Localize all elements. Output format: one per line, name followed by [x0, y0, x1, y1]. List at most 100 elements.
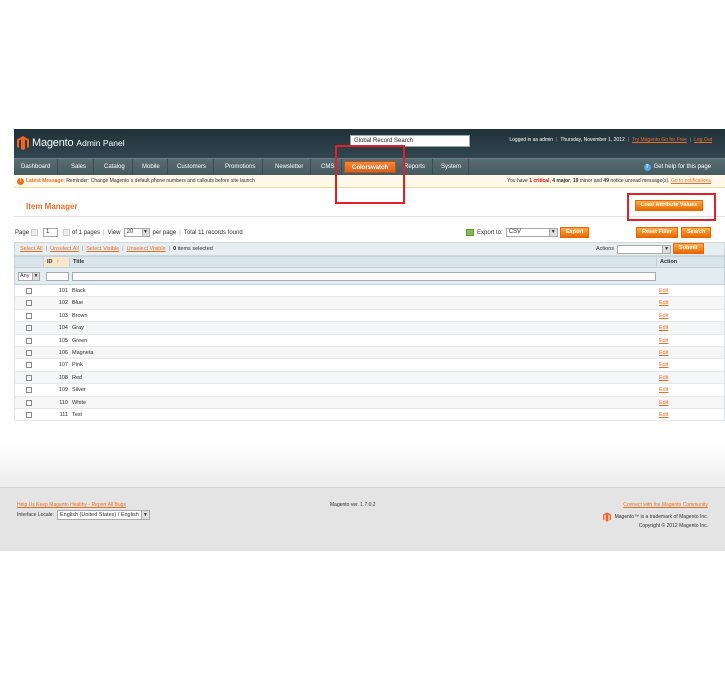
row-title: Gray [72, 325, 84, 332]
row-edit-link[interactable]: Edit [659, 335, 668, 347]
header-action-label: Action [660, 259, 678, 265]
view-per-page-select[interactable]: 20 ▼ [123, 228, 150, 237]
prev-page-arrow-icon[interactable] [31, 229, 39, 236]
row-title: Green [72, 337, 88, 344]
help-link[interactable]: ? Get help for this page [643, 162, 711, 172]
filter-id-input[interactable] [46, 272, 69, 281]
nav-dashboard[interactable]: Dashboard [14, 159, 59, 175]
row-edit-link[interactable]: Edit [659, 397, 668, 409]
table-row: 104 Gray Edit [14, 322, 725, 335]
interface-locale: Interface Locale: English (United States… [17, 510, 150, 520]
notification-summary: You have 1 critical, 4 major, 19 minor a… [507, 178, 711, 184]
report-bugs-link[interactable]: Help Us Keep Magento Healthy - Report Al… [17, 502, 126, 508]
select-visible-link[interactable]: Select Visible [86, 246, 119, 252]
notice-count: 49 [603, 178, 609, 184]
search-button[interactable]: Search [681, 227, 712, 238]
row-edit-link[interactable]: Edit [659, 285, 668, 297]
nav-newsletter[interactable]: Newsletter [268, 159, 312, 175]
row-id: 104 [58, 325, 68, 332]
row-edit-link[interactable]: Edit [659, 409, 668, 421]
notice-label: notice unread message(s). [610, 178, 670, 184]
unselect-visible-link[interactable]: Unselect Visible [127, 246, 166, 252]
minor-label: minor and [579, 178, 603, 184]
table-row: 105 Green Edit [14, 334, 725, 347]
row-edit-link[interactable]: Edit [659, 384, 668, 396]
row-id: 109 [58, 387, 68, 394]
next-page-arrow-icon[interactable] [63, 229, 71, 236]
export-controls: Export to: CSV ▼ [466, 227, 561, 238]
trademark-text: Magento™ is a trademark of Magento Inc. [614, 514, 708, 520]
table-row: 103 Brown Edit [14, 309, 725, 323]
row-checkbox[interactable] [26, 288, 32, 294]
row-checkbox[interactable] [26, 312, 32, 319]
row-edit-link[interactable]: Edit [659, 310, 668, 322]
export-button[interactable]: Export [560, 227, 590, 238]
nav-mobile[interactable]: Mobile [135, 159, 168, 175]
selected-label: items selected [177, 246, 213, 252]
chevron-down-icon: ▼ [140, 511, 149, 519]
sort-arrow-icon: ↑ [56, 259, 60, 265]
total-records: Total 11 records found [183, 229, 243, 236]
nav-promotions[interactable]: Promotions [218, 159, 264, 175]
selected-count: 0 [173, 246, 177, 252]
summary-prefix: You have [507, 178, 528, 184]
try-magento-go-link[interactable]: Try Magento Go for Free [632, 137, 687, 143]
row-edit-link[interactable]: Edit [659, 372, 668, 384]
unselect-all-link[interactable]: Unselect All [50, 246, 79, 252]
actions-select[interactable]: ▼ [617, 244, 672, 254]
locale-value: English (United States) / English [59, 512, 139, 518]
nav-customers[interactable]: Customers [170, 159, 215, 175]
filter-any-select[interactable]: Any ▼ [18, 272, 40, 281]
header-id[interactable]: ID ↑ [44, 257, 70, 267]
page-title: Item Manager [26, 202, 78, 211]
row-edit-link[interactable]: Edit [659, 322, 668, 334]
brand-subtitle: Admin Panel [76, 138, 125, 148]
submit-button[interactable]: Submit [673, 243, 704, 254]
logout-link[interactable]: Log Out [694, 137, 712, 143]
export-format-select[interactable]: CSV ▼ [505, 228, 558, 237]
row-id: 103 [58, 312, 68, 319]
nav-catalog[interactable]: Catalog [97, 159, 133, 175]
row-checkbox[interactable] [26, 300, 32, 307]
table-row: 110 White Edit [14, 396, 725, 409]
grid-filter-row: Any ▼ [14, 268, 725, 285]
grid-body: 101 Black Edit 102 Blue Edit 103 Brown Edit 10… [14, 285, 725, 422]
select-all-link[interactable]: Select All [20, 246, 43, 252]
page-input[interactable]: 1 [43, 228, 59, 237]
go-to-notifications-link[interactable]: Go to notifications [671, 178, 711, 184]
title-divider [14, 216, 725, 217]
connect-community-link[interactable]: Connect with the Magento Community [623, 502, 708, 508]
row-checkbox[interactable] [26, 374, 32, 381]
row-checkbox[interactable] [26, 362, 32, 369]
help-text: Get help for this page [653, 164, 711, 170]
row-checkbox[interactable] [26, 325, 32, 332]
magento-logo[interactable]: Magento Admin Panel [17, 136, 125, 150]
chevron-down-icon: ▼ [32, 273, 39, 280]
row-checkbox[interactable] [26, 411, 32, 418]
row-id: 107 [58, 362, 68, 369]
row-title: Red [72, 374, 83, 381]
row-checkbox[interactable] [26, 387, 32, 394]
row-edit-link[interactable]: Edit [659, 297, 668, 309]
locale-select[interactable]: English (United States) / English ▼ [56, 510, 150, 520]
filter-title-input[interactable] [72, 272, 656, 281]
view-per-page-value: 20 [126, 229, 134, 235]
header-title[interactable]: Title [70, 257, 657, 267]
row-checkbox[interactable] [26, 399, 32, 406]
items-grid: ID ↑ Title Action Any ▼ 101 Black Edit 102 Bl… [14, 256, 725, 422]
row-id: 108 [58, 374, 68, 381]
latest-message-text: Reminder: Change Magento`s default phone… [66, 178, 255, 184]
row-title: Blue [72, 300, 84, 307]
actions-label: Actions [596, 246, 615, 252]
row-checkbox[interactable] [26, 337, 32, 344]
latest-message: Latest Message: Reminder: Change Magento… [26, 175, 255, 188]
row-title: Pink [72, 362, 83, 369]
admin-footer: Help Us Keep Magento Healthy - Report Al… [0, 487, 725, 551]
massaction-bar: Select All | Unselect All | Select Visible | U… [14, 242, 725, 256]
row-edit-link[interactable]: Edit [659, 347, 668, 359]
row-edit-link[interactable]: Edit [659, 359, 668, 371]
reset-filter-button[interactable]: Reset Filter [636, 227, 678, 238]
row-checkbox[interactable] [26, 349, 32, 356]
nav-sales[interactable]: Sales [64, 159, 95, 175]
nav-system[interactable]: System [434, 159, 470, 175]
